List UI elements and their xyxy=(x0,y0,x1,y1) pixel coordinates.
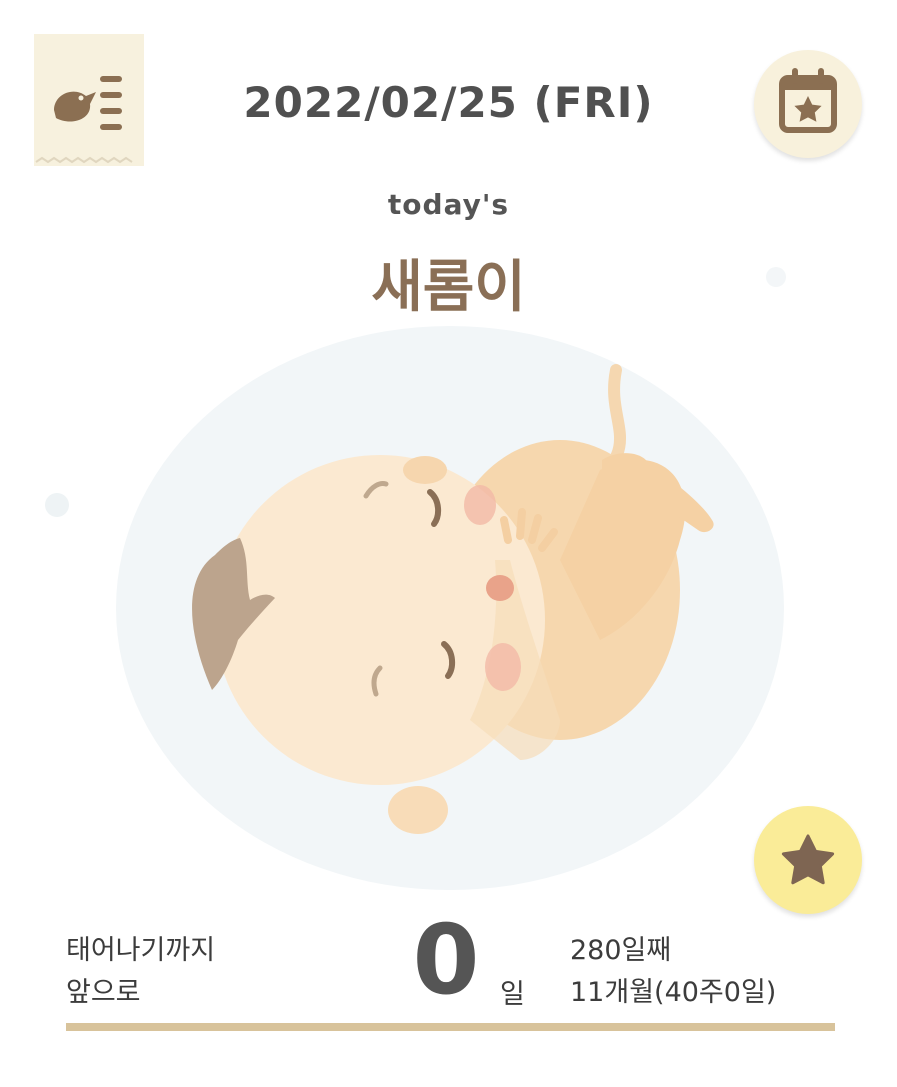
pregnancy-progress-bar xyxy=(66,1023,835,1031)
countdown-label: 태어나기까지 앞으로 xyxy=(66,930,215,1014)
progress-fill xyxy=(66,1023,835,1031)
countdown-label-line1: 태어나기까지 xyxy=(66,935,216,966)
days-unit: 일 xyxy=(500,979,525,1010)
pregnancy-progress-info: 280일째 11개월(40주0일) xyxy=(570,930,776,1014)
bubble-decoration xyxy=(766,267,786,287)
day-count: 280일째 xyxy=(570,935,672,966)
countdown-label-line2: 앞으로 xyxy=(66,977,141,1008)
favorite-button[interactable] xyxy=(754,806,862,914)
month-week: 11개월(40주0일) xyxy=(570,977,777,1008)
days-remaining: 0 xyxy=(412,904,480,1016)
bubble-decoration xyxy=(45,493,69,517)
star-icon xyxy=(781,834,835,885)
